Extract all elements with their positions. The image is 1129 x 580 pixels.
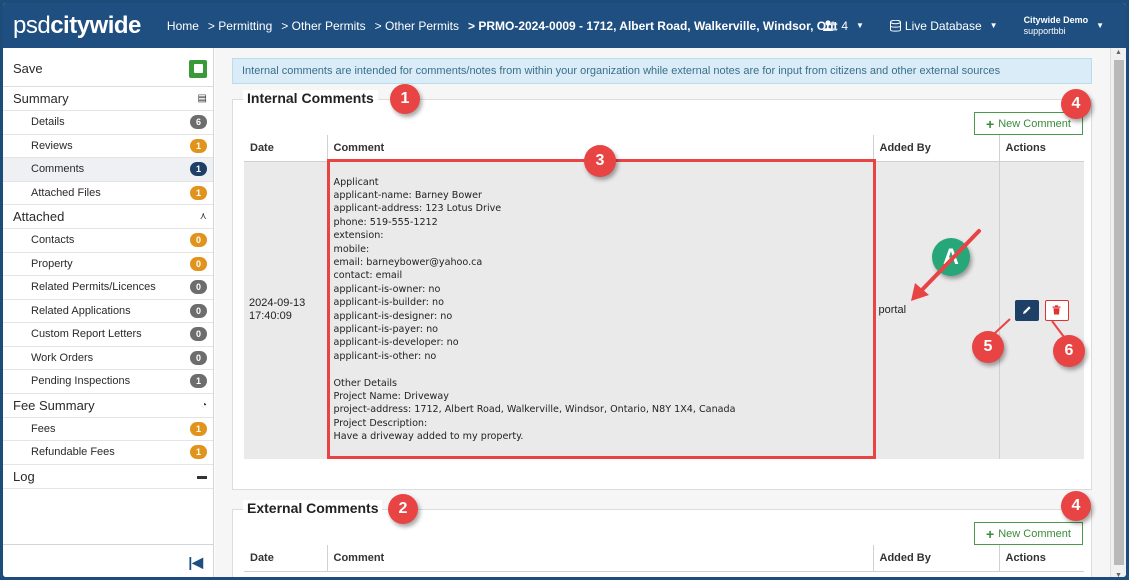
sidebar-item-work-orders[interactable]: Work Orders 0 <box>3 347 213 370</box>
column-header-actions: Actions <box>998 545 1084 572</box>
pencil-icon <box>1022 306 1031 315</box>
main-scrollbar[interactable]: ▲ ▼ <box>1110 48 1126 577</box>
sitemap-icon: ⋏ <box>199 211 207 222</box>
breadcrumb-current: > PRMO-2024-0009 - 1712, Albert Road, Wa… <box>468 18 838 33</box>
plus-icon: + <box>986 115 995 132</box>
highlight-box <box>327 159 876 459</box>
edit-comment-button[interactable] <box>1014 299 1039 321</box>
column-header-date[interactable]: Date <box>244 545 327 572</box>
callout-a: A <box>932 238 970 276</box>
users-icon <box>823 19 838 31</box>
comment-date: 2024-09-13 17:40:09 <box>244 161 327 459</box>
sidebar-item-attached-files[interactable]: Attached Files 1 <box>3 182 213 205</box>
callout-3: 3 <box>584 145 616 177</box>
scroll-down-icon[interactable]: ▼ <box>1115 572 1122 577</box>
external-comments-title: External Comments <box>243 500 383 516</box>
count-badge: 0 <box>190 350 207 365</box>
database-icon <box>889 19 901 32</box>
scrollbar-thumb[interactable] <box>1114 60 1124 565</box>
sidebar-item-custom-report-letters[interactable]: Custom Report Letters 0 <box>3 323 213 347</box>
sidebar: Save Summary ▤ Details 6 Reviews 1 Comment… <box>3 48 214 577</box>
count-badge: 6 <box>190 115 207 130</box>
breadcrumb: Home > Permitting > Other Permits > Othe… <box>167 19 838 33</box>
column-header-actions: Actions <box>998 135 1084 162</box>
collapse-left-icon: |◀ <box>188 554 203 570</box>
user-menu[interactable]: Citywide Demo supportbbi ▼ <box>1024 15 1104 37</box>
sidebar-item-related-applications[interactable]: Related Applications 0 <box>3 300 213 323</box>
count-badge: 0 <box>190 280 207 295</box>
external-comments-table: Date Comment Added By Actions <box>244 545 1084 572</box>
delete-comment-button[interactable] <box>1044 299 1069 321</box>
sidebar-item-property[interactable]: Property 0 <box>3 253 213 276</box>
plus-icon: + <box>986 525 995 542</box>
sidebar-item-fees[interactable]: Fees 1 <box>3 418 213 441</box>
save-button[interactable]: Save <box>3 51 213 87</box>
count-badge: 0 <box>190 256 207 271</box>
database-menu[interactable]: Live Database ▼ <box>889 19 998 33</box>
trash-icon <box>1052 305 1061 315</box>
sidebar-item-related-permits[interactable]: Related Permits/Licences 0 <box>3 276 213 300</box>
sidebar-section-fee-summary[interactable]: Fee Summary ◔ <box>3 394 213 418</box>
breadcrumb-permitting[interactable]: > Permitting <box>208 19 272 33</box>
column-header-added-by[interactable]: Added By <box>872 545 999 572</box>
count-badge: 1 <box>190 445 207 460</box>
sidebar-item-details[interactable]: Details 6 <box>3 111 213 135</box>
top-navbar: psd citywide Home > Permitting > Other Pe… <box>3 3 1126 48</box>
count-badge: 1 <box>190 138 207 153</box>
count-badge: 1 <box>190 421 207 436</box>
callout-4-top: 4 <box>1061 89 1091 119</box>
count-badge: 0 <box>190 327 207 342</box>
external-comments-panel: External Comments + New Comment Date Comm… <box>232 500 1092 577</box>
app-logo[interactable]: psd citywide <box>13 12 141 40</box>
sidebar-item-contacts[interactable]: Contacts 0 <box>3 229 213 253</box>
save-icon <box>189 59 207 78</box>
breadcrumb-home[interactable]: Home <box>167 19 199 33</box>
sidebar-item-refundable-fees[interactable]: Refundable Fees 1 <box>3 441 213 465</box>
new-external-comment-button[interactable]: + New Comment <box>974 522 1083 545</box>
users-menu[interactable]: 4 ▼ <box>823 19 864 33</box>
count-badge: 1 <box>190 185 207 200</box>
count-badge: 0 <box>190 303 207 318</box>
callout-1: 1 <box>390 84 420 114</box>
collapse-sidebar-button[interactable]: |◀ <box>3 544 213 577</box>
chevron-down-icon: ▼ <box>1096 21 1104 30</box>
sidebar-item-reviews[interactable]: Reviews 1 <box>3 135 213 158</box>
list-icon: ▤ <box>197 93 207 104</box>
callout-5: 5 <box>972 331 1004 363</box>
sidebar-item-pending-inspections[interactable]: Pending Inspections 1 <box>3 370 213 394</box>
comment-actions <box>998 161 1084 459</box>
chevron-down-icon: ▼ <box>989 21 998 30</box>
sidebar-section-summary[interactable]: Summary ▤ <box>3 87 213 111</box>
breadcrumb-other-permits-2[interactable]: > Other Permits <box>375 19 459 33</box>
callout-4-bottom: 4 <box>1061 491 1091 521</box>
count-badge: 1 <box>190 374 207 389</box>
info-banner: Internal comments are intended for comme… <box>232 58 1092 84</box>
breadcrumb-other-permits[interactable]: > Other Permits <box>281 19 365 33</box>
column-header-date[interactable]: Date <box>244 135 327 162</box>
internal-comments-title: Internal Comments <box>243 90 378 106</box>
callout-2: 2 <box>388 494 418 524</box>
callout-6: 6 <box>1053 335 1085 367</box>
count-badge: 0 <box>190 233 207 248</box>
chevron-down-icon: ▼ <box>856 21 864 30</box>
gauge-icon: ◔ <box>200 399 207 411</box>
scroll-up-icon[interactable]: ▲ <box>1115 49 1122 56</box>
sidebar-section-attached[interactable]: Attached ⋏ <box>3 205 213 229</box>
column-header-comment[interactable]: Comment <box>326 545 873 572</box>
sidebar-item-comments[interactable]: Comments 1 <box>3 158 213 182</box>
app-frame: psd citywide Home > Permitting > Other Pe… <box>0 0 1129 580</box>
comment-added-by: portal <box>872 161 999 459</box>
archive-icon: ▬ <box>197 470 207 482</box>
sidebar-section-log[interactable]: Log ▬ <box>3 465 213 489</box>
count-badge: 1 <box>190 162 207 177</box>
column-header-added-by[interactable]: Added By <box>872 135 999 162</box>
